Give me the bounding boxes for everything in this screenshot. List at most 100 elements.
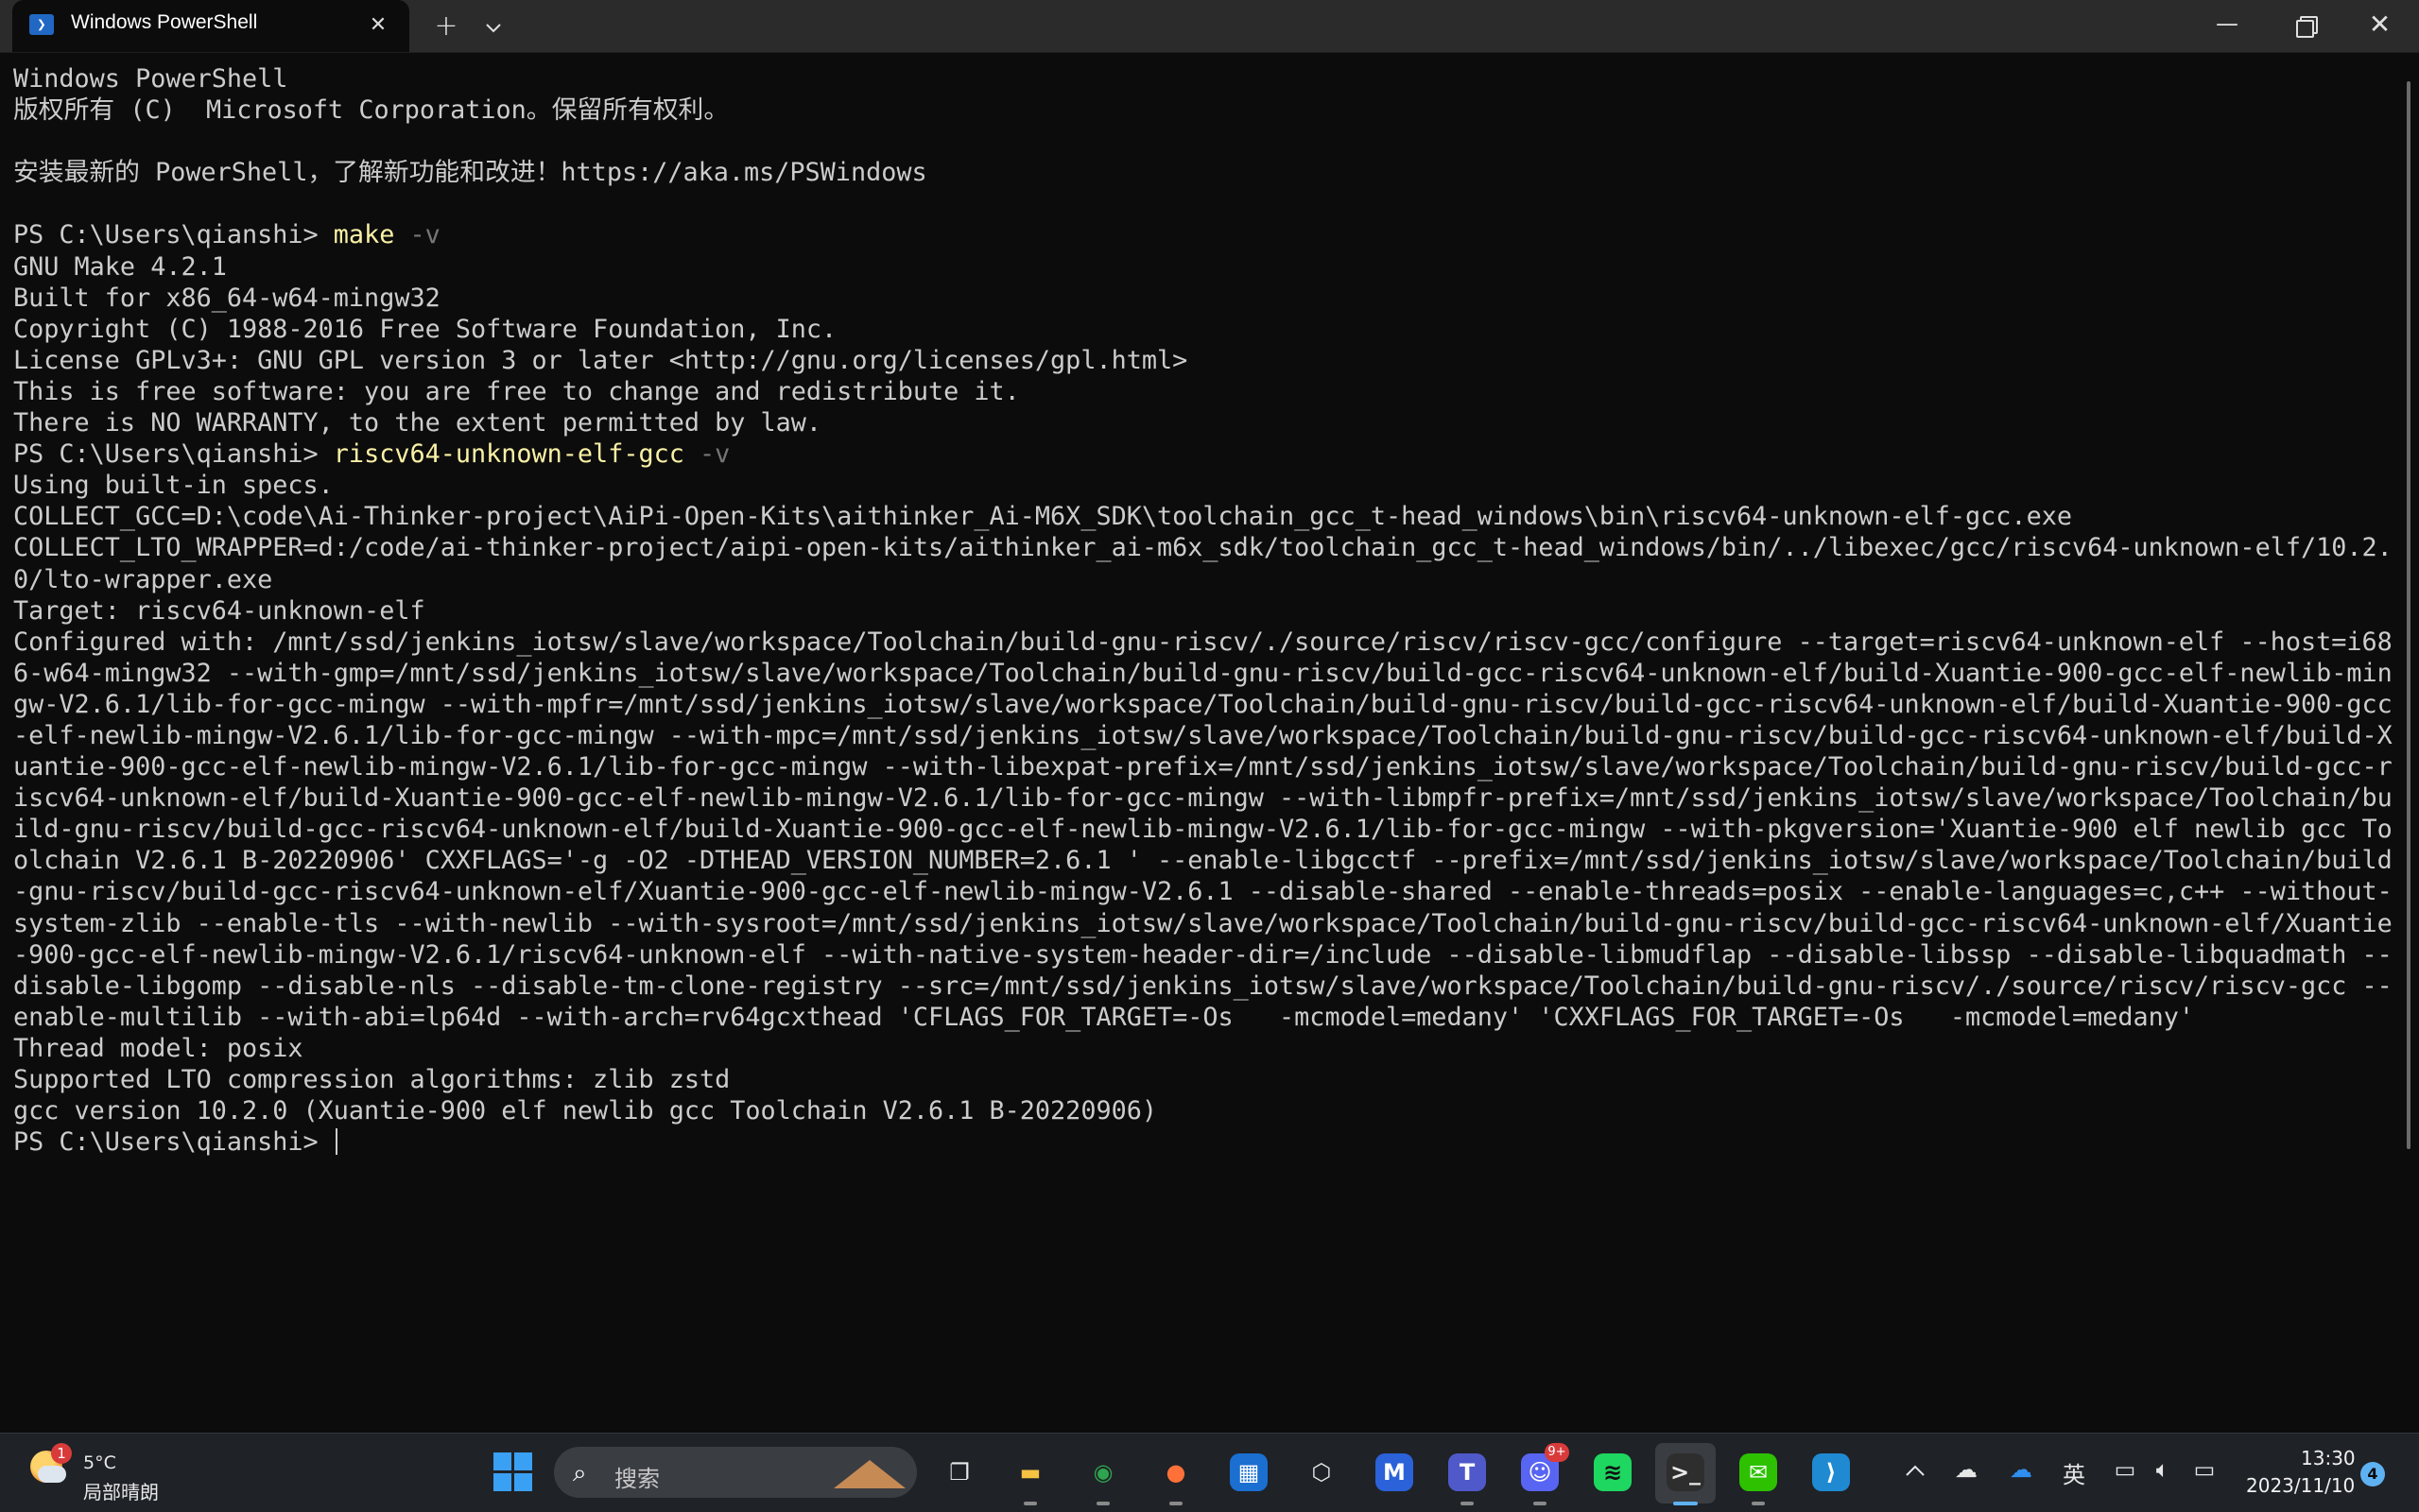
terminal-line: gcc version 10.2.0 (Xuantie-900 elf newl… [13,1096,1157,1126]
terminal-line: COLLECT_LTO_WRAPPER=d:/code/ai-thinker-p… [13,533,2393,563]
unity-taskbar-button[interactable]: ⬡ [1298,1449,1345,1496]
firefox-icon: ● [1166,1459,1186,1486]
terminal-line: gw-V2.6.1/lib-for-gcc-mingw --with-mpfr=… [13,689,2393,719]
terminal-line: -gnu-riscv/build-gcc-riscv64-unknown-elf… [13,877,2393,907]
terminal-line: 0/lto-wrapper.exe [13,564,273,594]
command-name: riscv64-unknown-elf-gcc [333,439,684,470]
terminal-line: disable-libgomp --disable-nls --disable-… [13,971,2393,1001]
command-name: make [333,220,395,250]
terminal-line: There is NO WARRANTY, to the extent perm… [13,408,822,438]
prompt: PS C:\Users\qianshi> [13,1127,334,1158]
vscode-taskbar-button[interactable]: ⟩ [1807,1449,1855,1496]
search-icon: ⌕ [573,1459,587,1487]
teams-taskbar-button[interactable]: T [1443,1449,1491,1505]
running-indicator [1752,1502,1765,1505]
spotify-icon: ≋ [1594,1453,1632,1491]
prompt: PS C:\Users\qianshi> [13,220,334,250]
discord-taskbar-button[interactable]: ☺ 9+ [1516,1443,1569,1505]
restore-button[interactable] [2265,0,2341,52]
app-m-taskbar-button[interactable]: M [1371,1449,1418,1496]
weather-badge: 1 [51,1443,72,1464]
show-hidden-icons-button[interactable] [1898,1456,1932,1483]
onedrive-status-icon[interactable]: ☁ [1949,1456,1983,1483]
teams-icon: T [1448,1453,1486,1491]
microsoft-store-taskbar-button[interactable]: ▦ [1225,1449,1272,1496]
volume-icon[interactable]: 🔈︎ [2146,1456,2180,1483]
terminal-line: uantie-900-gcc-elf-newlib-mingw-V2.6.1/l… [13,752,2393,782]
unity-icon: ⬡ [1311,1459,1332,1486]
scrollbar[interactable] [2407,81,2410,1149]
terminal-line: system-zlib --enable-tls --with-newlib -… [13,908,2393,938]
running-indicator [1097,1502,1110,1505]
terminal-line: 版权所有 (C) Microsoft Corporation。保留所有权利。 [13,95,730,126]
app-m-icon: M [1375,1453,1413,1491]
taskbar-search[interactable]: ⌕ 搜索 [554,1447,917,1498]
terminal-line: iscv64-unknown-elf/build-Xuantie-900-gcc… [13,783,2393,814]
tab-dropdown-button[interactable] [473,8,514,45]
minimize-button[interactable]: — [2189,0,2265,52]
terminal-line: ild-gnu-riscv/build-gcc-riscv64-unknown-… [13,815,2393,845]
terminal-line: COLLECT_GCC=D:\code\Ai-Thinker-project\A… [13,502,2072,532]
clock-date[interactable]: 2023/11/10 [2246,1474,2355,1497]
wechat-taskbar-button[interactable]: ✉ [1735,1449,1782,1505]
running-indicator [1169,1502,1183,1505]
restore-icon [2296,20,2314,38]
terminal-line: Supported LTO compression algorithms: zl… [13,1065,731,1094]
task-view-icon: ❐ [949,1459,970,1486]
input-method-indicator[interactable]: 英 [2057,1456,2091,1489]
command-args: -v [394,220,441,250]
firefox-taskbar-button[interactable]: ● [1152,1449,1200,1505]
powershell-icon: ❯ [29,14,54,35]
terminal-line: 安装最新的 PowerShell，了解新功能和改进！https://aka.ms… [13,158,927,188]
terminal-line: PS C:\Users\qianshi> [13,1126,2401,1158]
terminal-line: Built for x86_64-w64-mingw32 [13,283,441,313]
terminal-pane[interactable]: Windows PowerShell 版权所有 (C) Microsoft Cor… [0,53,2401,1433]
chrome-taskbar-button[interactable]: ◉ [1080,1449,1127,1505]
running-indicator [1673,1502,1698,1505]
terminal-taskbar-button[interactable]: >_ [1662,1449,1709,1505]
new-tab-button[interactable]: + [425,8,467,45]
chrome-icon: ◉ [1093,1459,1114,1486]
windows-logo-icon [493,1452,511,1470]
search-highlight-icon [834,1460,906,1488]
terminal-line: enable-multilib --with-abi=lp64d --with-… [13,1002,2195,1032]
start-button[interactable] [490,1449,537,1496]
terminal-line: Using built-in specs. [13,471,334,501]
running-indicator [1533,1502,1546,1505]
prompt: PS C:\Users\qianshi> [13,439,334,470]
terminal-icon: >_ [1667,1453,1704,1491]
title-bar[interactable]: ❯ Windows PowerShell ✕ + — ✕ [0,0,2419,53]
close-tab-button[interactable]: ✕ [362,9,394,42]
terminal-line: Windows PowerShell [13,64,288,94]
terminal-line: Configured with: /mnt/ssd/jenkins_iotsw/… [13,627,2393,657]
weather-cloud-icon [38,1466,66,1483]
network-icon[interactable]: ▭ [2108,1456,2142,1483]
microsoft-store-icon: ▦ [1230,1453,1268,1491]
search-placeholder: 搜索 [614,1466,660,1492]
tab-windows-powershell[interactable]: ❯ Windows PowerShell ✕ [12,0,409,52]
terminal-line: 6-w64-mingw32 --with-gmp=/mnt/ssd/jenkin… [13,658,2393,688]
taskbar: 1 5°C 局部晴朗 ⌕ 搜索 ❐ ▬ ◉ ● ▦ ⬡ M T ☺ 9+ ≋ >_ ✉ ⟩ ☁ ☁ 英 ▭… [0,1433,2419,1512]
file-explorer-taskbar-button[interactable]: ▬ [1007,1449,1054,1505]
terminal-line: -elf-newlib-mingw-V2.6.1/lib-for-gcc-min… [13,720,2393,750]
text-cursor [335,1128,337,1156]
weather-temperature: 5°C [83,1452,116,1473]
terminal-line: Copyright (C) 1988-2016 Free Software Fo… [13,314,838,344]
running-indicator [1024,1502,1037,1505]
task-view-taskbar-button[interactable]: ❐ [936,1449,983,1496]
chevron-up-icon [1906,1465,1925,1476]
tab-title: Windows PowerShell [71,11,258,33]
battery-icon[interactable]: ▭ [2187,1456,2221,1483]
onedrive-icon[interactable]: ☁ [2004,1456,2038,1483]
wechat-icon: ✉ [1739,1453,1777,1491]
notification-center-badge[interactable]: 4 [2360,1462,2385,1486]
terminal-line: PS C:\Users\qianshi> riscv64-unknown-elf… [13,438,2401,470]
weather-widget[interactable]: 1 5°C 局部晴朗 [25,1443,176,1503]
clock-time[interactable]: 13:30 [2301,1447,2356,1469]
spotify-taskbar-button[interactable]: ≋ [1589,1449,1636,1496]
terminal-output: Windows PowerShell 版权所有 (C) Microsoft Cor… [0,53,2401,1158]
close-window-button[interactable]: ✕ [2341,0,2419,52]
terminal-line: Thread model: posix [13,1033,303,1063]
terminal-line: Target: riscv64-unknown-elf [13,595,425,626]
